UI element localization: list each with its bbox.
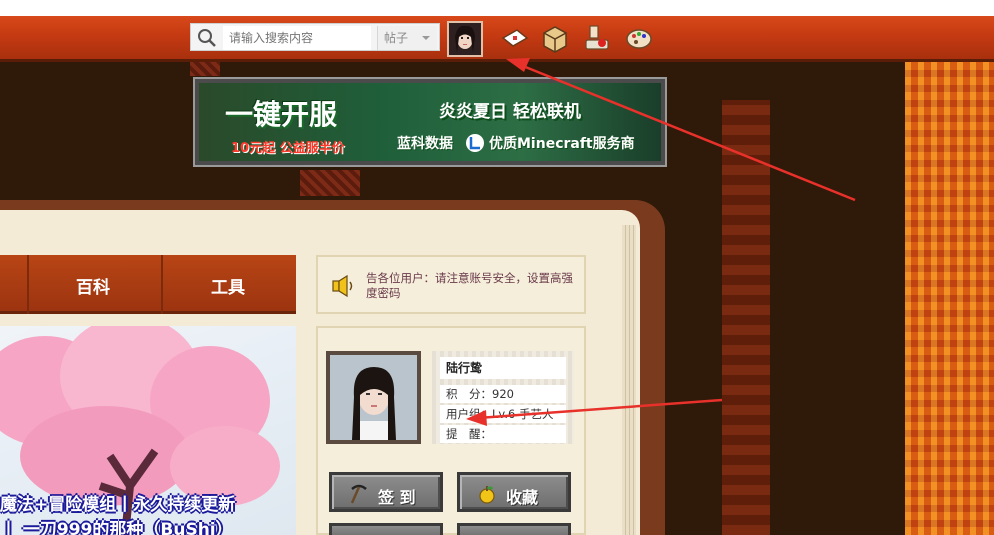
- search-icon[interactable]: [196, 27, 218, 49]
- promo-banner[interactable]: 一键开服 10元起 公益服半价 炎炎夏日 轻松联机 蓝科数据 优质Minecra…: [193, 77, 667, 167]
- search-type-label: 帖子: [384, 31, 409, 45]
- search-input[interactable]: [223, 26, 371, 50]
- more-button[interactable]: [457, 523, 571, 535]
- hero-caption-line2: 丨 一刀999的那种（BuShi）: [0, 520, 233, 535]
- user-avatar[interactable]: [447, 21, 483, 57]
- lava-wall: [905, 62, 994, 535]
- main-nav: 百科 工具: [0, 255, 296, 314]
- chevron-down-icon: [422, 36, 430, 40]
- nav-divider: [27, 255, 29, 314]
- notice-text: 告各位用户：请注意账号安全，设置高强度密码: [366, 271, 573, 300]
- nether-pillar: [722, 100, 770, 535]
- favorite-label: 收藏: [506, 488, 539, 507]
- user-points: 积 分：920: [440, 385, 566, 403]
- featured-image[interactable]: 魔法+冒险模组丨永久持续更新 丨 一刀999的那种（BuShi）: [0, 326, 296, 535]
- banner-brand-tail: 优质Minecraft服务商: [489, 136, 635, 152]
- pickaxe-icon: [350, 484, 367, 504]
- search-box[interactable]: 帖子: [190, 23, 440, 51]
- nav-item-tools[interactable]: 工具: [211, 273, 245, 298]
- profile-photo: [330, 355, 417, 440]
- potion-icon[interactable]: [582, 24, 612, 54]
- checkin-label: 签 到: [378, 488, 416, 507]
- search-type-select[interactable]: 帖子: [377, 26, 437, 50]
- nav-item-wiki[interactable]: 百科: [76, 273, 110, 298]
- chest-icon[interactable]: [540, 24, 570, 54]
- more-button[interactable]: [329, 523, 443, 535]
- user-profile-avatar[interactable]: [326, 351, 421, 444]
- message-icon[interactable]: [500, 24, 530, 54]
- username[interactable]: 陆行鸷: [440, 357, 566, 379]
- checkin-button[interactable]: 签 到: [329, 472, 443, 512]
- page-edge: [622, 225, 636, 535]
- banner-subline: 10元起 公益服半价: [231, 141, 345, 156]
- speaker-icon: [332, 274, 353, 298]
- banner-headline: 一键开服: [225, 98, 338, 131]
- user-reminders[interactable]: 提 醒：: [440, 425, 566, 443]
- nav-divider: [161, 255, 163, 314]
- notice-box: 告各位用户：请注意账号安全，设置高强度密码: [316, 255, 586, 314]
- netherrack-block: [300, 170, 360, 196]
- banner-slogan: 炎炎夏日 轻松联机: [439, 102, 581, 122]
- banner-brand: 蓝科数据: [397, 136, 453, 152]
- top-white-strip: [0, 0, 994, 16]
- user-group: 用户组：Lv.6 手艺人: [440, 405, 566, 423]
- hero-caption-line1: 魔法+冒险模组丨永久持续更新: [0, 495, 236, 515]
- palette-icon[interactable]: [624, 24, 654, 54]
- golden-apple-icon: [479, 486, 495, 504]
- netherrack-block: [190, 62, 220, 76]
- avatar-icon: [449, 23, 481, 55]
- top-nav-bar: 帖子: [0, 16, 994, 62]
- brand-logo-icon: [466, 134, 484, 152]
- favorite-button[interactable]: 收藏: [457, 472, 571, 512]
